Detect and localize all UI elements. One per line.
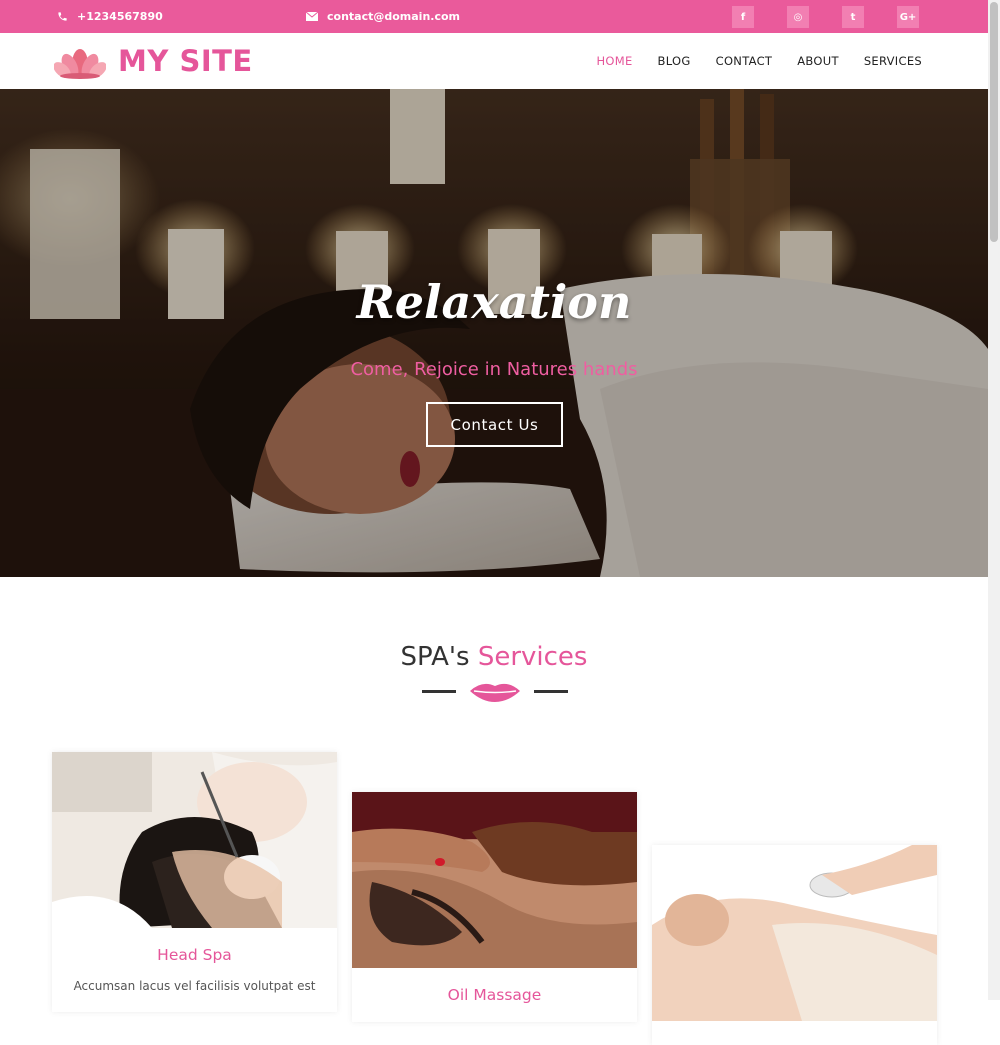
nav-blog[interactable]: BLOG (658, 54, 691, 68)
head-spa-image (52, 752, 337, 928)
phone-contact[interactable]: +1234567890 (55, 0, 163, 33)
nav-about[interactable]: ABOUT (797, 54, 839, 68)
service-card-head-spa[interactable]: Head Spa Accumsan lacus vel facilisis vo… (52, 752, 337, 1012)
card-title: Oil Massage (447, 986, 542, 1004)
twitter-icon[interactable]: t (842, 6, 864, 28)
site-logo[interactable]: MY SITE (54, 41, 253, 81)
nav-contact[interactable]: CONTACT (716, 54, 773, 68)
contact-us-button[interactable]: Contact Us (426, 402, 563, 447)
top-contact-bar: +1234567890 contact@domain.com f ◎ t G+ (0, 0, 988, 33)
hero-subtitle: Come, Rejoice in Natures hands (350, 359, 638, 380)
service-card-3[interactable] (652, 845, 937, 1045)
nav-home[interactable]: HOME (596, 54, 632, 68)
hero-title: Relaxation (356, 275, 632, 329)
services-heading-main: SPA's (400, 642, 470, 672)
services-heading: SPA's Services (0, 642, 988, 672)
logo-text: MY SITE (118, 44, 253, 78)
phone-number: +1234567890 (77, 10, 163, 23)
service-card-oil-massage[interactable]: Oil Massage (352, 792, 637, 1022)
page-scrollbar[interactable] (988, 0, 1000, 1000)
social-links: f ◎ t G+ (732, 6, 919, 28)
oil-massage-image (352, 792, 637, 968)
services-heading-accent: Services (477, 642, 588, 672)
envelope-icon (305, 12, 319, 21)
back-massage-image (652, 845, 937, 1021)
scrollbar-thumb[interactable] (990, 2, 998, 242)
nav-services[interactable]: SERVICES (864, 54, 922, 68)
google-plus-icon[interactable]: G+ (897, 6, 919, 28)
email-contact[interactable]: contact@domain.com (305, 0, 460, 33)
main-navbar: MY SITE HOME BLOG CONTACT ABOUT SERVICES (0, 33, 988, 89)
hero-banner: Relaxation Come, Rejoice in Natures hand… (0, 89, 988, 577)
instagram-icon[interactable]: ◎ (787, 6, 809, 28)
nav-menu: HOME BLOG CONTACT ABOUT SERVICES (571, 33, 922, 89)
facebook-icon[interactable]: f (732, 6, 754, 28)
section-divider (422, 683, 568, 702)
lotus-icon (54, 49, 106, 79)
hero-background-image (0, 89, 988, 577)
lips-icon (470, 683, 520, 702)
card-text: Accumsan lacus vel facilisis volutpat es… (73, 979, 316, 993)
card-title: Head Spa (157, 946, 232, 964)
email-address: contact@domain.com (327, 10, 461, 23)
phone-icon (55, 11, 69, 22)
